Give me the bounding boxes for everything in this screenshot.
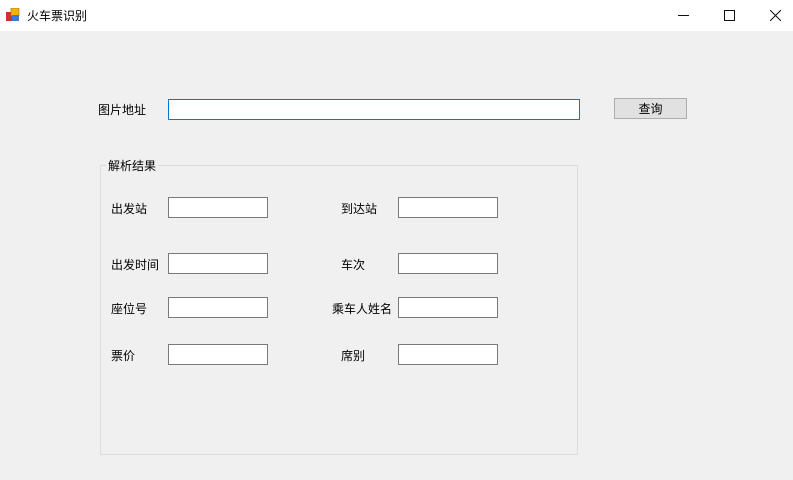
passenger-label: 乘车人姓名 (332, 302, 393, 316)
window-title: 火车票识别 (27, 9, 88, 23)
title-bar: 火车票识别 (0, 0, 793, 31)
image-path-input[interactable] (168, 99, 580, 120)
arrival-label: 到达站 (341, 202, 378, 216)
price-label: 票价 (111, 349, 136, 363)
maximize-icon (723, 10, 735, 21)
close-button[interactable] (752, 0, 793, 31)
passenger-input[interactable] (398, 297, 498, 318)
seat-no-input[interactable] (168, 297, 268, 318)
departure-label: 出发站 (111, 202, 148, 216)
minimize-icon (677, 15, 689, 16)
result-group-title: 解析结果 (106, 157, 159, 174)
price-input[interactable] (168, 344, 268, 365)
query-button[interactable]: 查询 (614, 98, 687, 119)
train-no-label: 车次 (341, 258, 366, 272)
departure-input[interactable] (168, 197, 268, 218)
seat-no-label: 座位号 (111, 302, 148, 316)
close-icon (769, 10, 781, 21)
minimize-button[interactable] (660, 0, 706, 31)
arrival-input[interactable] (398, 197, 498, 218)
train-no-input[interactable] (398, 253, 498, 274)
seat-class-input[interactable] (398, 344, 498, 365)
departure-time-input[interactable] (168, 253, 268, 274)
image-path-label: 图片地址 (98, 103, 147, 117)
departure-time-label: 出发时间 (111, 258, 160, 272)
seat-class-label: 席别 (341, 349, 366, 363)
app-icon (6, 8, 20, 21)
maximize-button[interactable] (706, 0, 752, 31)
